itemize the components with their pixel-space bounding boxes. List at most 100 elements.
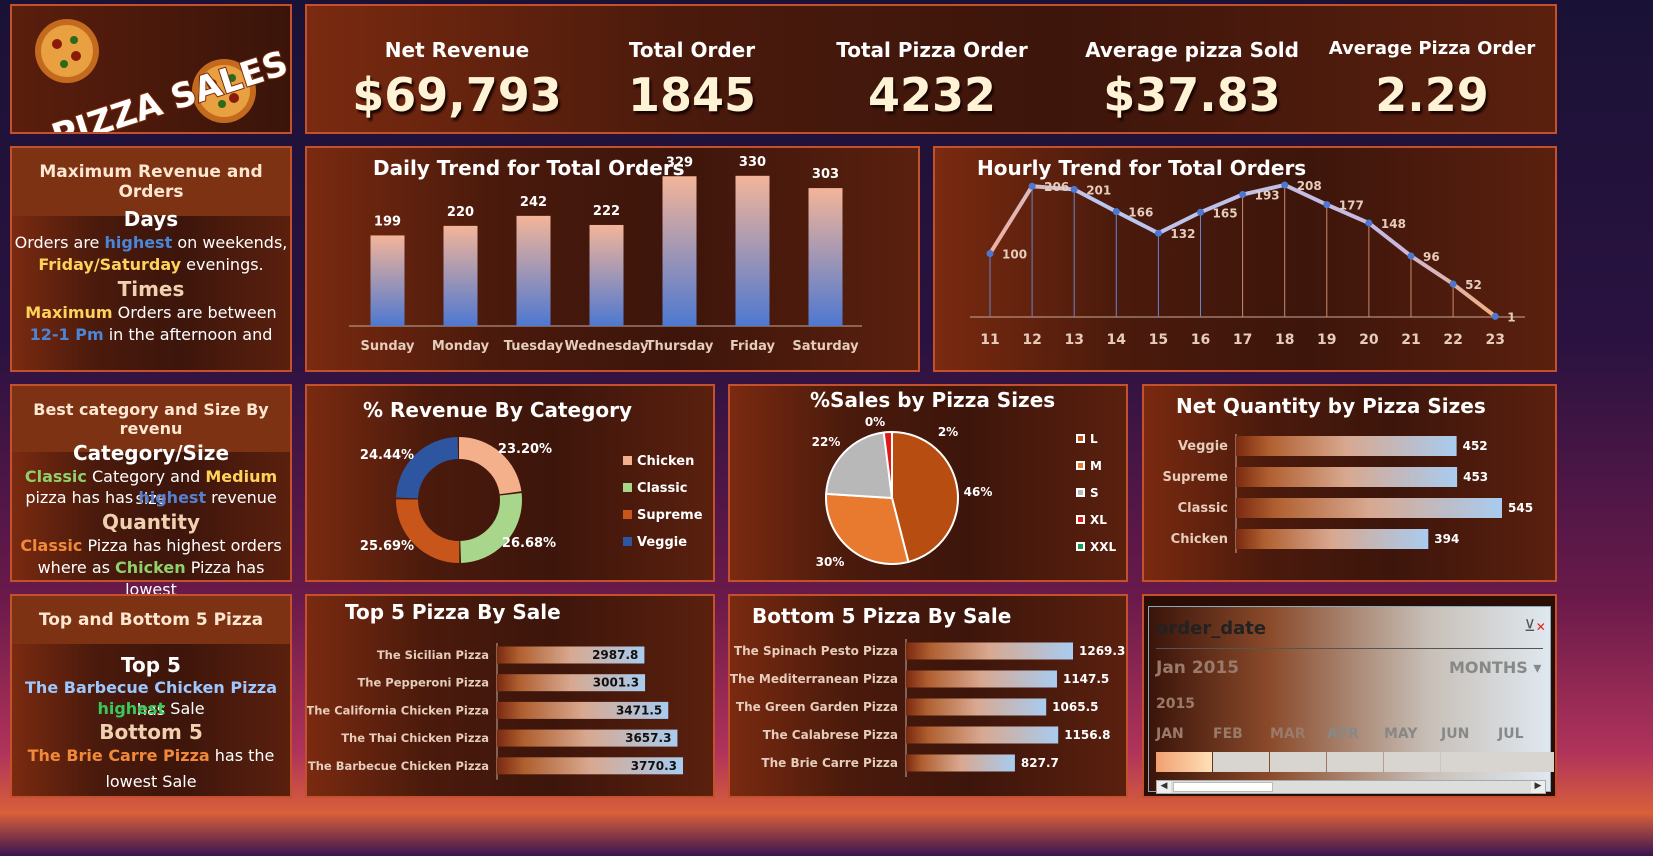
month-item[interactable]: MAY <box>1384 726 1441 776</box>
insight-panel-top-bottom: Top and Bottom 5 Pizza Top 5 The Barbecu… <box>10 594 292 798</box>
data-label: 1156.8 <box>1064 728 1110 742</box>
net-quantity-chart: Veggie 452 Supreme 453 Classic 545 Chicken 394 <box>1162 434 1533 553</box>
bar <box>516 215 551 326</box>
legend-swatch <box>1078 436 1083 441</box>
legend-label: L <box>1090 432 1098 446</box>
data-point <box>1281 181 1289 189</box>
data-label: 303 <box>812 167 839 182</box>
insight-panel-max-revenue: Maximum Revenue and Orders Days Orders a… <box>10 146 292 372</box>
tick-label: 13 <box>1064 332 1083 348</box>
insight-line: The Brie Carre Pizza has the <box>27 746 275 765</box>
legend-label: S <box>1090 486 1099 500</box>
tick-label: 22 <box>1443 332 1462 348</box>
slicer-divider <box>1156 648 1543 649</box>
kpi-label-avg-pizza-order: Average Pizza Order <box>1328 38 1536 59</box>
bar <box>370 235 405 326</box>
tick-label: Veggie <box>1178 439 1228 454</box>
kpi-value-net-revenue: $69,793 <box>352 68 562 122</box>
slicer-level-dropdown[interactable]: MONTHS ▾ <box>1449 658 1541 677</box>
top5-panel: Top 5 Pizza By Sale The Sicilian Pizza 29… <box>305 594 715 798</box>
month-item[interactable]: APR <box>1327 726 1384 776</box>
insight-line: Friday/Saturday evenings. <box>38 255 264 274</box>
legend-swatch <box>623 456 632 465</box>
bar <box>1236 498 1502 518</box>
data-label: 220 <box>447 205 474 220</box>
tick-label: The Thai Chicken Pizza <box>341 731 489 745</box>
tick-label: 12 <box>1022 332 1041 348</box>
scroll-thumb[interactable] <box>1173 782 1273 792</box>
bar <box>443 225 478 326</box>
data-label: 24.44% <box>360 448 414 463</box>
month-item[interactable]: FEB <box>1213 726 1270 776</box>
data-label: 452 <box>1463 439 1488 453</box>
slicer-months: JAN FEB MAR APR MAY JUN JUL <box>1156 726 1554 776</box>
kpi-value-total-order: 1845 <box>627 68 757 122</box>
month-bar <box>1498 752 1554 772</box>
data-label: 96 <box>1423 250 1440 264</box>
data-label: 453 <box>1463 470 1488 484</box>
legend-label: Veggie <box>637 535 687 550</box>
tick-label: The Spinach Pesto Pizza <box>734 644 898 658</box>
data-label: 193 <box>1255 188 1280 202</box>
data-label: 1269.3 <box>1079 644 1125 658</box>
data-label: 100 <box>1002 248 1027 262</box>
data-label: 165 <box>1213 206 1238 220</box>
data-label: 1147.5 <box>1063 672 1109 686</box>
panel-header: Top and Bottom 5 Pizza <box>12 596 290 644</box>
insight-line: pizza has has highest revenue <box>25 488 277 507</box>
tick-label: 17 <box>1233 332 1252 348</box>
tick-label: The Mediterranean Pizza <box>730 672 898 686</box>
tick-label: Friday <box>730 339 776 354</box>
data-label: 222 <box>593 204 620 219</box>
top5-chart: The Sicilian Pizza 2987.8 The Pepperoni Pi… <box>307 643 683 780</box>
month-label: JAN <box>1156 726 1184 742</box>
scroll-right-icon[interactable]: ▶ <box>1531 781 1545 793</box>
tick-label: The Sicilian Pizza <box>377 648 489 662</box>
data-label: 30% <box>816 555 845 569</box>
data-label: 177 <box>1339 199 1364 213</box>
month-bar <box>1270 752 1326 772</box>
data-label: 0% <box>865 415 885 429</box>
bar <box>906 670 1057 688</box>
legend-swatch <box>1078 544 1083 549</box>
month-item[interactable]: MAR <box>1270 726 1327 776</box>
insight-line: highest Sale <box>97 699 205 718</box>
bottom5-panel: Bottom 5 Pizza By Sale The Spinach Pesto… <box>728 594 1128 798</box>
tick-label: Sunday <box>360 339 415 354</box>
data-label: 201 <box>1086 183 1111 197</box>
tick-label: The Brie Carre Pizza <box>761 756 898 770</box>
tick-label: 16 <box>1191 332 1210 348</box>
data-label: 3770.3 <box>631 759 677 773</box>
data-point <box>1491 312 1499 320</box>
data-point <box>1112 208 1120 216</box>
bar <box>1236 467 1458 487</box>
order-date-slicer[interactable]: order_date ⊻✕ Jan 2015 MONTHS ▾ 2015 JAN… <box>1142 594 1557 798</box>
tick-label: The Green Garden Pizza <box>736 700 898 714</box>
tick-label: Thursday <box>646 339 714 354</box>
data-label: 3657.3 <box>625 731 671 745</box>
month-item[interactable]: JAN <box>1156 726 1213 776</box>
kpi-label-avg-pizza-sold: Average pizza Sold <box>1085 38 1299 62</box>
tick-label: 23 <box>1485 332 1504 348</box>
data-label: 206 <box>1044 180 1069 194</box>
month-label: MAY <box>1384 726 1418 742</box>
data-label: 3001.3 <box>593 676 639 690</box>
data-label: 148 <box>1381 217 1406 231</box>
month-bar <box>1156 752 1212 772</box>
month-item[interactable]: JUN <box>1441 726 1498 776</box>
data-point <box>986 250 994 258</box>
quantity-title: Quantity <box>102 510 200 534</box>
scroll-left-icon[interactable]: ◀ <box>1157 781 1171 793</box>
data-label: 1 <box>1507 310 1515 324</box>
data-label: 827.7 <box>1021 756 1059 770</box>
insight-line: lowest Sale <box>105 772 197 791</box>
month-item[interactable]: JUL <box>1498 726 1555 776</box>
bar <box>1236 529 1429 549</box>
slicer-scrollbar[interactable]: ◀ ▶ <box>1156 780 1546 794</box>
kpi-value-avg-pizza-order: 2.29 <box>1375 68 1489 122</box>
tick-label: 21 <box>1401 332 1420 348</box>
kpi-panel: Net Revenue $69,793 Total Order 1845 Tot… <box>305 4 1557 134</box>
tick-label: Tuesday <box>504 339 564 354</box>
data-label: 545 <box>1508 501 1533 515</box>
clear-filter-icon[interactable]: ⊻✕ <box>1524 616 1546 635</box>
